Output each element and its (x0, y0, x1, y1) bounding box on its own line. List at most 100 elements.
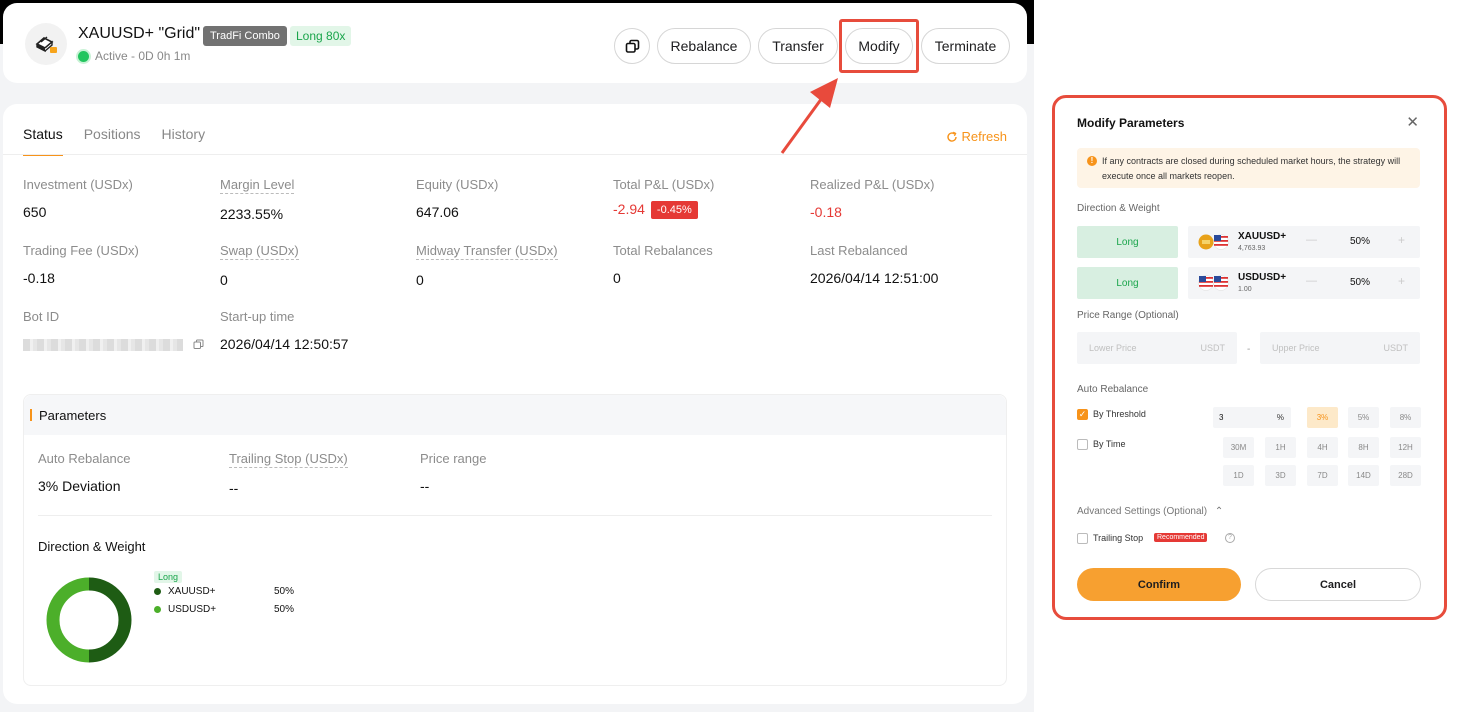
time-option-1h[interactable]: 1H (1265, 437, 1296, 458)
increase-weight-button[interactable]: + (1398, 274, 1405, 288)
direction-long-button[interactable]: Long (1077, 267, 1178, 299)
price-unit: USDT (1200, 343, 1226, 353)
legend-long-tag: Long (154, 571, 183, 583)
stat-value: 3% Deviation (38, 478, 121, 494)
stat-value: 2233.55% (220, 206, 284, 222)
by-time-checkbox[interactable] (1077, 439, 1088, 450)
stat-label: Bot ID (23, 309, 60, 324)
stat-label: Trading Fee (USDx) (23, 243, 139, 258)
direction-long-button[interactable]: Long (1077, 226, 1178, 258)
stat-label: Auto Rebalance (38, 451, 131, 466)
terminate-button[interactable]: Terminate (921, 28, 1010, 64)
asset-name: XAUUSD+ (1238, 231, 1287, 242)
threshold-option-8[interactable]: 8% (1390, 407, 1421, 428)
price-range-label: Price Range (Optional) (1077, 310, 1179, 321)
stat-total-rebalances: Total Rebalances 0 (613, 243, 713, 286)
help-icon[interactable]: ? (1225, 533, 1235, 543)
threshold-option-5[interactable]: 5% (1348, 407, 1379, 428)
threshold-input[interactable]: 3 % (1213, 407, 1291, 428)
bot-id-redacted (23, 339, 183, 352)
asset-name: USDUSD+ (1238, 272, 1287, 283)
by-threshold-checkbox[interactable]: ✓ (1077, 409, 1088, 420)
stat-label: Last Rebalanced (810, 243, 908, 258)
weight-percent-value[interactable]: 50% (1350, 277, 1370, 288)
threshold-unit: % (1276, 413, 1284, 422)
stat-value: 0 (613, 270, 621, 286)
lower-price-input[interactable]: Lower Price USDT (1077, 332, 1237, 364)
stat-value: -- (229, 480, 239, 496)
dialog-title: Modify Parameters (1077, 116, 1185, 130)
direction-weight-label: Direction & Weight (1077, 203, 1160, 214)
stat-value: 0 (416, 272, 424, 288)
stat-label: Total Rebalances (613, 243, 713, 258)
copy-icon[interactable] (193, 337, 204, 353)
stat-label[interactable]: Midway Transfer (USDx) (416, 243, 558, 260)
decrease-weight-button[interactable]: — (1306, 234, 1317, 246)
asset-price: 4,763.93 (1238, 245, 1266, 252)
time-option-1d[interactable]: 1D (1223, 465, 1254, 486)
transfer-button[interactable]: Transfer (758, 28, 838, 64)
modify-parameters-dialog: Modify Parameters ✕ ! If any contracts a… (1061, 101, 1437, 613)
copy-bot-button[interactable] (614, 28, 650, 64)
stat-total-pnl: Total P&L (USDx) -2.94 -0.45% (613, 177, 714, 219)
threshold-value: 3 (1219, 413, 1224, 422)
legend-asset-pct: 50% (274, 586, 295, 597)
stat-bot-id: Bot ID (23, 309, 204, 353)
trailing-stop-label[interactable]: Trailing Stop (1093, 533, 1143, 543)
tab-status[interactable]: Status (23, 126, 63, 156)
usd-usd-flag-icon (1198, 275, 1229, 291)
close-icon[interactable]: ✕ (1406, 113, 1419, 131)
stat-label: Investment (USDx) (23, 177, 133, 192)
chevron-up-icon: ⌃ (1214, 506, 1224, 517)
legend-row-usdusd: USDUSD+ 50% (154, 604, 294, 615)
time-option-4h[interactable]: 4H (1307, 437, 1338, 458)
stat-label: Start-up time (220, 309, 295, 324)
refresh-label: Refresh (961, 129, 1007, 144)
tab-history[interactable]: History (162, 126, 206, 156)
trailing-stop-checkbox[interactable] (1077, 533, 1088, 544)
by-time-label[interactable]: By Time (1093, 439, 1126, 449)
leverage-tag: Long 80x (290, 26, 352, 46)
cancel-button[interactable]: Cancel (1255, 568, 1421, 601)
time-option-14d[interactable]: 14D (1348, 465, 1379, 486)
range-separator: - (1247, 344, 1251, 355)
stat-value: 2026/04/14 12:51:00 (810, 270, 939, 286)
rebalance-button[interactable]: Rebalance (657, 28, 751, 64)
bot-header-card: XAUUSD+ "Grid" TradFi Combo Long 80x Act… (3, 3, 1027, 83)
stat-value: -0.18 (23, 270, 55, 286)
refresh-button[interactable]: Refresh (946, 129, 1007, 144)
stat-label[interactable]: Margin Level (220, 177, 295, 194)
stat-value: 0 (220, 272, 228, 288)
asset-price: 1.00 (1238, 286, 1252, 293)
annotation-arrow-icon (780, 78, 838, 154)
tab-positions[interactable]: Positions (84, 126, 141, 156)
stat-label: Total P&L (USDx) (613, 177, 715, 192)
weight-percent-value[interactable]: 50% (1350, 236, 1370, 247)
increase-weight-button[interactable]: + (1398, 233, 1405, 247)
asset-weight-row: XAUUSD+ 4,763.93 — 50% + (1188, 226, 1420, 258)
legend-asset-name: USDUSD+ (168, 604, 217, 615)
stat-label[interactable]: Swap (USDx) (220, 243, 299, 260)
stat-realized-pnl: Realized P&L (USDx) -0.18 (810, 177, 935, 220)
decrease-weight-button[interactable]: — (1306, 275, 1317, 287)
confirm-button[interactable]: Confirm (1077, 568, 1241, 601)
stat-trading-fee: Trading Fee (USDx) -0.18 (23, 243, 139, 286)
donut-segment-xauusd (88, 577, 132, 663)
time-option-8h[interactable]: 8H (1348, 437, 1379, 458)
warning-icon: ! (1087, 156, 1097, 166)
time-option-7d[interactable]: 7D (1307, 465, 1338, 486)
time-option-28d[interactable]: 28D (1390, 465, 1421, 486)
upper-price-input[interactable]: Upper Price USDT (1260, 332, 1420, 364)
time-option-3d[interactable]: 3D (1265, 465, 1296, 486)
tabs-divider (3, 154, 1027, 155)
threshold-option-3[interactable]: 3% (1307, 407, 1338, 428)
stat-label[interactable]: Trailing Stop (USDx) (229, 451, 348, 468)
time-option-12h[interactable]: 12H (1390, 437, 1421, 458)
legend-dot-icon (154, 606, 161, 613)
time-option-30m[interactable]: 30M (1223, 437, 1254, 458)
legend-asset-name: XAUUSD+ (168, 586, 216, 597)
legend-dot-icon (154, 588, 161, 595)
by-threshold-label[interactable]: By Threshold (1093, 409, 1146, 419)
stat-startup-time: Start-up time 2026/04/14 12:50:57 (220, 309, 348, 352)
advanced-settings-toggle[interactable]: Advanced Settings (Optional) ⌃ (1077, 506, 1223, 517)
